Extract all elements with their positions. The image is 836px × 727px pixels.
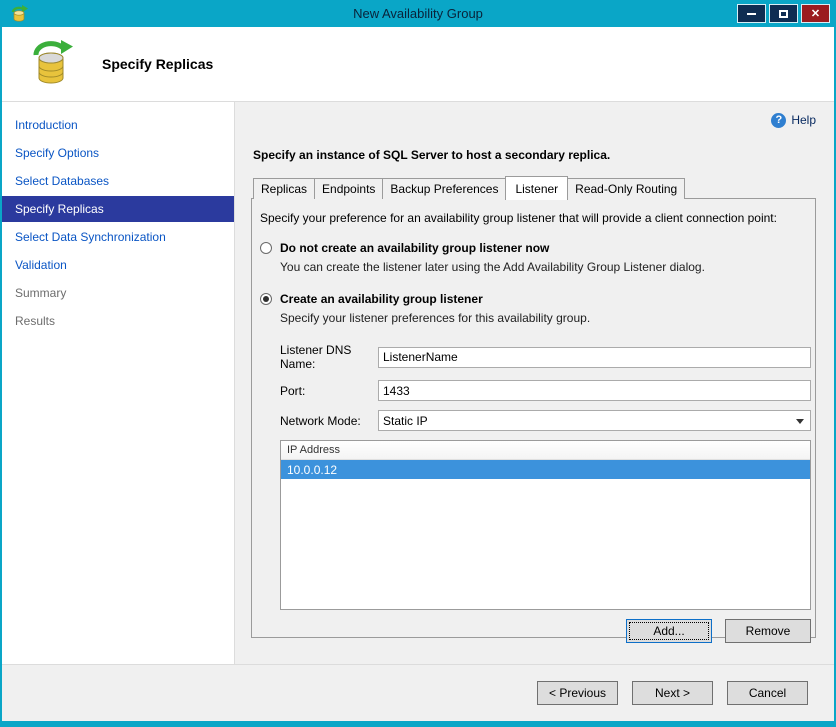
radio-button-selected-icon	[260, 293, 272, 305]
ip-address-list: IP Address 10.0.0.12	[280, 440, 811, 610]
tab-replicas[interactable]: Replicas	[253, 178, 316, 199]
dns-name-label: Listener DNS Name:	[280, 343, 352, 371]
wizard-nav: Introduction Specify Options Select Data…	[2, 102, 235, 664]
network-mode-label: Network Mode:	[280, 413, 361, 428]
window-controls: ✕	[737, 4, 830, 23]
tab-endpoints[interactable]: Endpoints	[314, 178, 384, 199]
radio-create-listener[interactable]: Create an availability group listener	[260, 292, 813, 306]
close-icon: ✕	[810, 8, 821, 20]
nav-item-validation[interactable]: Validation	[2, 252, 234, 278]
tab-read-only-routing[interactable]: Read-Only Routing	[567, 178, 686, 199]
radio-create-label: Create an availability group listener	[280, 292, 483, 306]
nav-item-introduction[interactable]: Introduction	[2, 112, 234, 138]
previous-button[interactable]: < Previous	[537, 681, 618, 705]
chevron-down-icon	[796, 419, 804, 424]
help-icon: ?	[771, 112, 787, 128]
radio-button-icon	[260, 242, 272, 254]
port-label: Port:	[280, 383, 306, 398]
main-pane: ? Help Specify an instance of SQL Server…	[235, 102, 834, 664]
wizard-body: Introduction Specify Options Select Data…	[2, 102, 834, 664]
nav-item-specify-replicas[interactable]: Specify Replicas	[2, 196, 234, 222]
add-button[interactable]: Add...	[626, 619, 712, 643]
ip-address-row[interactable]: 10.0.0.12	[281, 460, 810, 479]
ip-address-column-header[interactable]: IP Address	[281, 441, 810, 460]
port-row: Port:	[280, 380, 811, 401]
port-input[interactable]	[378, 380, 811, 401]
page-title: Specify Replicas	[102, 56, 214, 72]
help-row: ? Help	[251, 110, 816, 130]
help-link[interactable]: Help	[791, 113, 816, 127]
close-button[interactable]: ✕	[801, 4, 830, 23]
new-availability-group-dialog: New Availability Group ✕ Specify Replica…	[0, 0, 836, 727]
maximize-icon	[779, 9, 788, 18]
title-bar: New Availability Group ✕	[2, 0, 834, 27]
nav-item-summary: Summary	[15, 286, 67, 300]
minimize-icon	[747, 12, 756, 15]
nav-item-results: Results	[15, 314, 56, 328]
next-button[interactable]: Next >	[632, 681, 713, 705]
nav-item-specify-options[interactable]: Specify Options	[2, 140, 234, 166]
listener-intro-text: Specify your preference for an availabil…	[260, 211, 777, 225]
tab-backup-preferences[interactable]: Backup Preferences	[382, 178, 507, 199]
radio-do-not-create-description: You can create the listener later using …	[280, 260, 705, 274]
nav-item-select-data-synchronization[interactable]: Select Data Synchronization	[2, 224, 234, 250]
network-mode-value: Static IP	[383, 413, 428, 428]
window-title: New Availability Group	[353, 6, 483, 21]
remove-button[interactable]: Remove	[725, 619, 811, 643]
nav-item-select-databases[interactable]: Select Databases	[2, 168, 234, 194]
minimize-button[interactable]	[737, 4, 766, 23]
availability-group-database-icon	[33, 40, 73, 84]
dns-name-row: Listener DNS Name:	[280, 343, 811, 371]
tab-listener[interactable]: Listener	[505, 176, 569, 200]
listener-tab-panel: Specify your preference for an availabil…	[251, 198, 816, 643]
wizard-footer: < Previous Next > Cancel	[2, 664, 834, 721]
radio-do-not-create-label: Do not create an availability group list…	[280, 241, 550, 255]
tab-strip: Replicas Endpoints Backup Preferences Li…	[251, 176, 816, 200]
instruction-text: Specify an instance of SQL Server to hos…	[253, 148, 611, 162]
availability-group-icon	[11, 4, 28, 22]
network-mode-select[interactable]: Static IP	[378, 410, 811, 431]
radio-do-not-create-listener[interactable]: Do not create an availability group list…	[260, 241, 813, 255]
cancel-button[interactable]: Cancel	[727, 681, 808, 705]
ip-list-buttons: Add... Remove	[258, 619, 811, 643]
radio-create-description: Specify your listener preferences for th…	[280, 311, 591, 325]
dns-name-input[interactable]	[378, 346, 811, 368]
maximize-button[interactable]	[769, 4, 798, 23]
wizard-header: Specify Replicas	[2, 27, 834, 102]
network-mode-row: Network Mode: Static IP	[280, 410, 811, 431]
